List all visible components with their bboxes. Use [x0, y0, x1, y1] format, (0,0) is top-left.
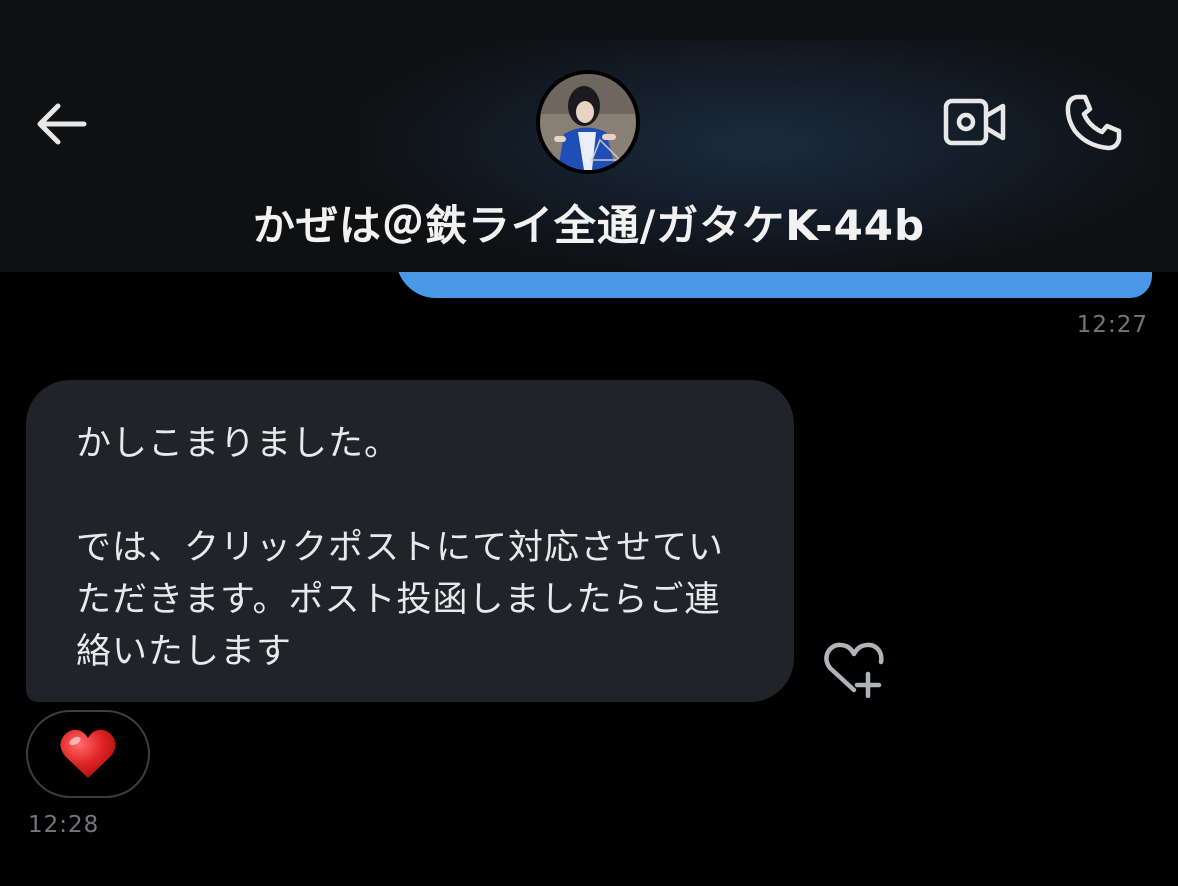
video-call-button[interactable]: [940, 92, 1010, 152]
heart-plus-icon: [824, 642, 884, 698]
back-button[interactable]: [28, 92, 92, 156]
sent-message-timestamp: 12:27: [1076, 312, 1148, 338]
received-message-text: かしこまりました。 では、クリックポストにて対応させていただきます。ポスト投函し…: [76, 424, 725, 672]
video-camera-icon: [943, 98, 1006, 146]
received-message-timestamp: 12:28: [28, 812, 100, 838]
received-message-bubble[interactable]: かしこまりました。 では、クリックポストにて対応させていただきます。ポスト投函し…: [26, 380, 794, 702]
voice-call-button[interactable]: [1060, 88, 1128, 156]
add-reaction-button[interactable]: [820, 636, 890, 700]
avatar-image: [540, 74, 636, 170]
red-heart-emoji: [60, 729, 116, 778]
phone-icon: [1065, 94, 1122, 151]
contact-avatar[interactable]: [536, 70, 640, 174]
reaction-badge[interactable]: [26, 710, 150, 798]
contact-name[interactable]: かぜは＠鉄ライ全通/ガタケK-44b: [0, 192, 1178, 253]
conversation-header: かぜは＠鉄ライ全通/ガタケK-44b: [0, 0, 1178, 272]
arrow-left-icon: [37, 103, 87, 145]
